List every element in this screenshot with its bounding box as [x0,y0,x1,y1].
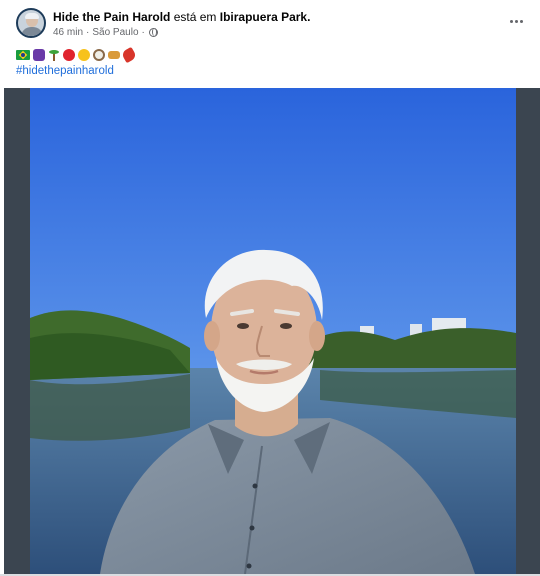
facebook-post: Hide the Pain Harold está em Ibirapuera … [0,0,540,576]
coconut-icon [93,49,105,61]
post-header: Hide the Pain Harold está em Ibirapuera … [53,10,310,24]
post-time[interactable]: 46 min [53,27,83,38]
place-link[interactable]: Ibirapuera Park. [220,10,311,24]
avatar[interactable] [16,8,46,38]
sun-icon [78,49,90,61]
more-options-icon[interactable] [506,14,526,28]
brazil-flag-icon [16,50,30,60]
post-verb: está em [173,10,217,24]
meta-separator-2: · [141,27,145,38]
pepper-icon [120,46,138,64]
globe-icon [148,28,158,37]
palm-tree-icon [48,49,60,61]
meta-separator: · [86,27,90,38]
post-location: São Paulo [92,27,139,38]
grape-icon [33,49,45,61]
emoji-row [16,46,138,64]
post-meta: 46 min · São Paulo · [53,27,158,38]
hashtag-link[interactable]: #hidethepainharold [16,65,114,77]
author-name[interactable]: Hide the Pain Harold [53,10,170,24]
post-photo[interactable] [30,88,516,574]
pastel-icon [108,51,120,59]
hibiscus-icon [63,49,75,61]
